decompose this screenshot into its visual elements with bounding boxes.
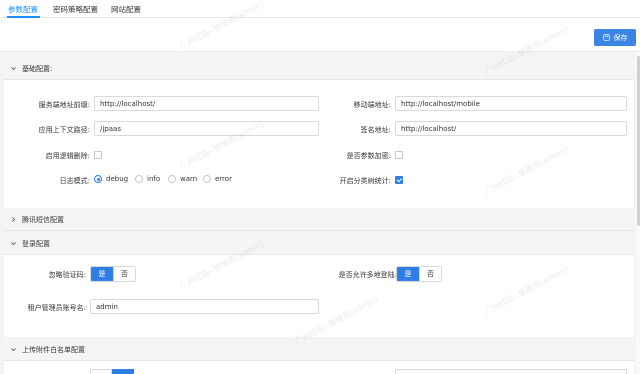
radio-label-error: error (215, 175, 232, 183)
log-mode-radio-info[interactable]: info (135, 175, 160, 183)
panel-header-login[interactable]: 登录配置 (4, 233, 634, 255)
radio-dot (168, 175, 176, 183)
mobile-url-label: 移动端地址: (353, 101, 391, 109)
radio-dot (135, 175, 143, 183)
panel-title-sms: 腾讯短信配置 (22, 215, 64, 224)
panel-title-login: 登录配置 (22, 239, 50, 248)
multi-login-label: 是否允许多地登陆: (338, 271, 397, 279)
ignore-captcha-no[interactable]: 否 (113, 267, 135, 281)
param-encrypt-label: 是否参数加密: (346, 152, 391, 160)
panel-header-sms[interactable]: 腾讯短信配置 (4, 209, 634, 231)
chevron-down-icon (4, 65, 22, 72)
radio-label-info: info (147, 175, 161, 183)
tab-bar: 参数配置 密码策略配置 网站配置 (0, 0, 640, 18)
multi-login-yes[interactable]: 是 (397, 267, 419, 281)
radio-dot (94, 175, 102, 183)
panel-header-upload[interactable]: 上传附件白名单配置 (4, 339, 634, 361)
panel-title-basic: 基础配置: (22, 64, 53, 73)
chevron-right-icon (4, 216, 22, 223)
save-button-label: 保存 (613, 33, 628, 42)
panel-header-basic[interactable]: 基础配置: (4, 58, 634, 80)
tab-param-config[interactable]: 参数配置 (8, 4, 38, 15)
radio-label-debug: debug (106, 175, 129, 183)
context-path-label: 应用上下文路径: (38, 126, 90, 134)
category-tree-stats-checkbox[interactable] (395, 176, 403, 184)
logical-delete-checkbox[interactable] (94, 151, 102, 159)
multi-login-no[interactable]: 否 (419, 267, 441, 281)
category-tree-stats-label: 开启分类树统计: (339, 177, 391, 185)
server-prefix-input[interactable] (94, 96, 319, 111)
mobile-url-input[interactable] (395, 96, 627, 111)
save-button[interactable]: 保存 (594, 29, 636, 46)
log-mode-radio-error[interactable]: error (203, 175, 232, 183)
chevron-down-icon (4, 240, 22, 247)
upload-input-partial (395, 369, 627, 374)
ignore-captcha-toggle: 是 否 (90, 266, 136, 282)
tab-password-policy[interactable]: 密码策略配置 (53, 4, 98, 15)
multi-login-toggle: 是 否 (396, 266, 442, 282)
tenant-admin-input[interactable] (90, 299, 319, 314)
param-encrypt-checkbox[interactable] (395, 151, 403, 159)
radio-label-warn: warn (180, 175, 198, 183)
upload-field-partial (90, 369, 112, 374)
chevron-down-icon (4, 346, 22, 353)
save-icon (602, 34, 610, 41)
context-path-input[interactable] (94, 121, 319, 136)
logical-delete-label: 启用逻辑删除: (45, 152, 90, 160)
tenant-admin-label: 租户管理员账号名: (27, 304, 86, 312)
log-mode-label: 日志模式: (59, 177, 90, 185)
sign-url-input[interactable] (395, 121, 627, 136)
panel-title-upload: 上传附件白名单配置 (22, 345, 85, 354)
toolbar (0, 18, 640, 52)
tab-site-config[interactable]: 网站配置 (111, 4, 141, 15)
server-prefix-label: 服务端地址前缀: (38, 101, 90, 109)
sign-url-label: 签名地址: (360, 126, 391, 134)
log-mode-radio-debug[interactable]: debug (94, 175, 128, 183)
radio-dot (203, 175, 211, 183)
log-mode-radio-warn[interactable]: warn (168, 175, 197, 183)
upload-toggle-partial (112, 369, 134, 374)
ignore-captcha-yes[interactable]: 是 (91, 267, 113, 281)
ignore-captcha-label: 忽略验证码: (48, 271, 86, 279)
